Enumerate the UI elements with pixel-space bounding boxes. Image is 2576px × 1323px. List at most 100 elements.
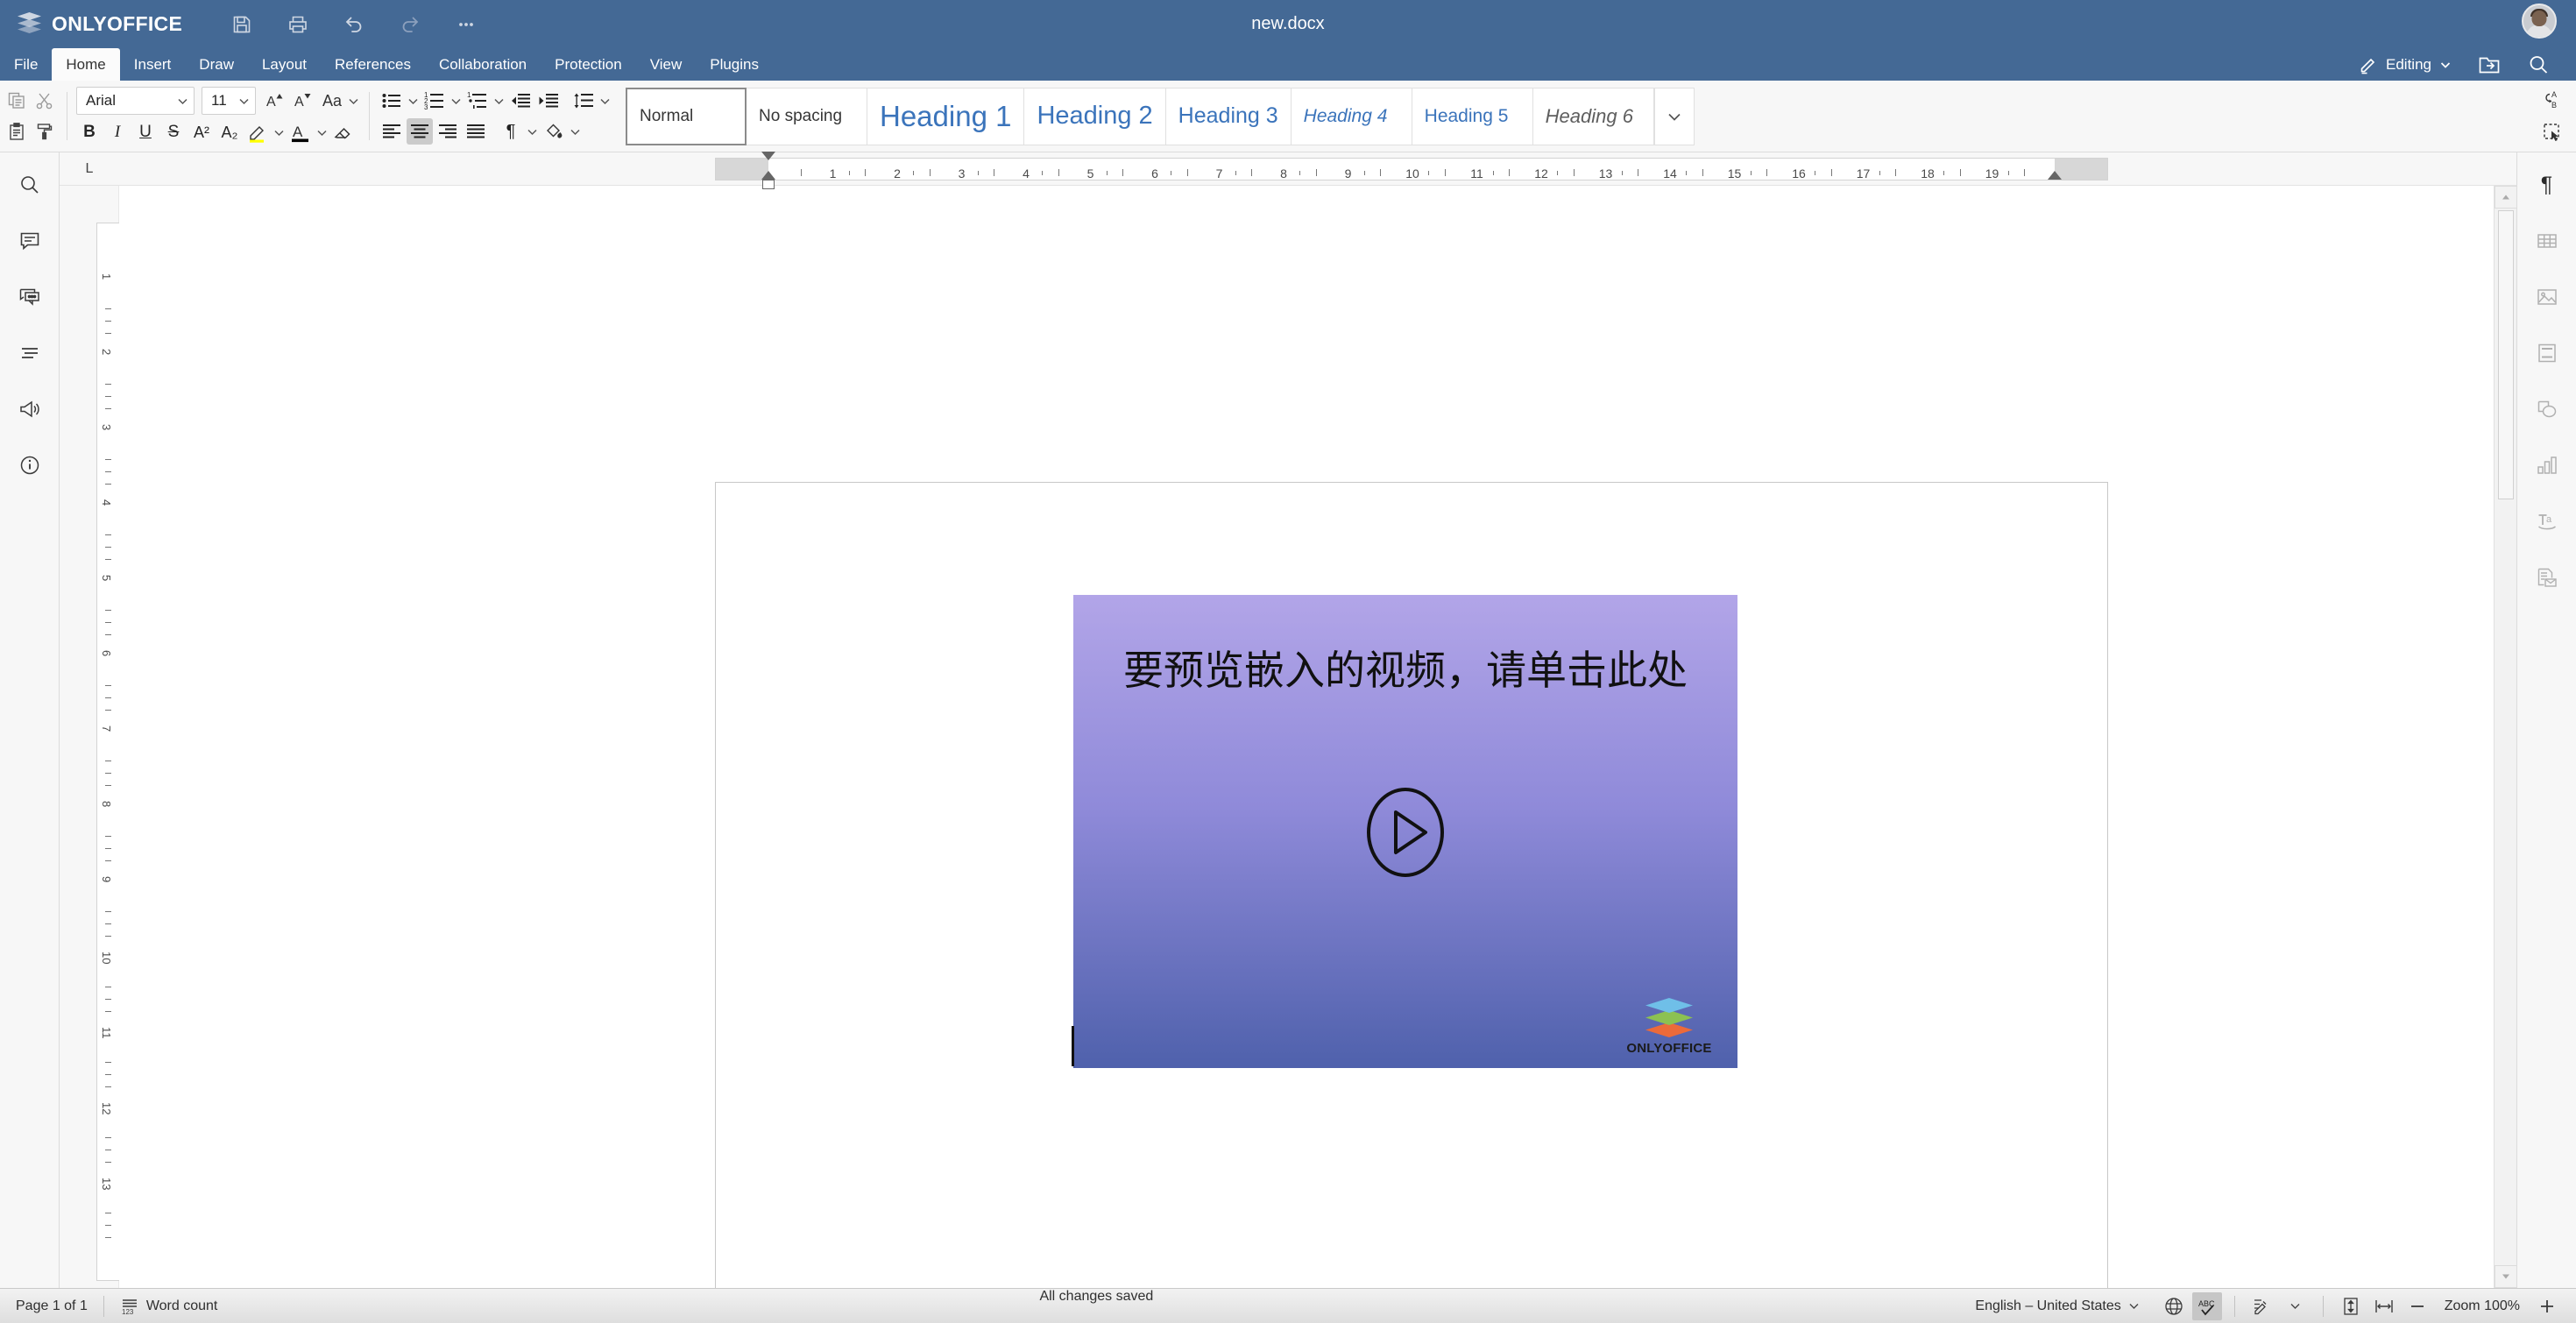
style-no-spacing[interactable]: No spacing — [747, 88, 867, 145]
open-file-location-button[interactable] — [2478, 54, 2501, 75]
rightbar-item-text-art[interactable]: a — [2528, 502, 2566, 541]
zoom-out-button[interactable] — [2403, 1292, 2432, 1320]
zoom-level[interactable]: Zoom 100% — [2436, 1298, 2529, 1314]
numbering-button[interactable]: 1 2 3 — [421, 88, 448, 114]
zoom-in-button[interactable] — [2532, 1292, 2562, 1320]
align-right-button[interactable] — [435, 118, 461, 145]
clear-style-button[interactable] — [330, 119, 357, 145]
rightbar-item-shape[interactable] — [2528, 390, 2566, 428]
word-count-button[interactable]: 123 Word count — [104, 1289, 234, 1323]
style-normal[interactable]: Normal — [626, 88, 747, 145]
vertical-scrollbar[interactable] — [2494, 186, 2516, 1288]
style-heading-2[interactable]: Heading 2 — [1024, 88, 1165, 145]
format-painter-button[interactable] — [32, 118, 58, 145]
sidebar-item-search[interactable] — [11, 166, 49, 204]
rightbar-item-table[interactable] — [2528, 222, 2566, 260]
scrollbar-thumb[interactable] — [2498, 210, 2514, 499]
increase-indent-button[interactable] — [535, 88, 562, 114]
scroll-up-button[interactable] — [2495, 186, 2517, 209]
font-color-button[interactable]: A — [287, 119, 314, 145]
subscript-button[interactable]: A₂ — [216, 119, 243, 145]
line-spacing-button[interactable] — [570, 88, 597, 114]
print-button[interactable] — [282, 9, 314, 40]
play-button[interactable] — [1365, 786, 1446, 879]
document-page[interactable]: 要预览嵌入的视频，请单击此处 — [715, 482, 2108, 1288]
shading-caret[interactable] — [569, 118, 582, 145]
track-changes-button[interactable] — [2247, 1292, 2277, 1320]
avatar[interactable] — [2522, 4, 2557, 39]
undo-button[interactable] — [338, 9, 370, 40]
first-line-indent-marker[interactable] — [761, 152, 775, 160]
font-color-caret[interactable] — [315, 119, 329, 145]
document-canvas[interactable]: 要预览嵌入的视频，请单击此处 — [119, 186, 2494, 1288]
bullets-caret[interactable] — [407, 88, 420, 114]
redo-button[interactable] — [394, 9, 426, 40]
align-left-button[interactable] — [379, 118, 405, 145]
spell-check-button[interactable]: ABC — [2192, 1292, 2222, 1320]
ruler-corner-tabstop[interactable]: L — [60, 152, 119, 185]
bold-button[interactable]: B — [76, 119, 103, 145]
search-button[interactable] — [2527, 53, 2550, 76]
cut-button[interactable] — [32, 88, 58, 114]
change-case-caret[interactable] — [347, 88, 360, 114]
tab-draw[interactable]: Draw — [185, 48, 248, 81]
sidebar-item-chat[interactable] — [11, 278, 49, 316]
style-heading-5[interactable]: Heading 5 — [1412, 88, 1533, 145]
style-heading-6[interactable]: Heading 6 — [1533, 88, 1654, 145]
tab-references[interactable]: References — [321, 48, 425, 81]
decrease-font-size-button[interactable]: A — [291, 88, 317, 114]
decrease-indent-button[interactable] — [507, 88, 534, 114]
multilevel-list-caret[interactable] — [492, 88, 506, 114]
shading-button[interactable] — [541, 118, 567, 145]
rightbar-item-image[interactable] — [2528, 278, 2566, 316]
line-spacing-caret[interactable] — [598, 88, 612, 114]
highlight-color-button[interactable] — [244, 119, 271, 145]
tab-file[interactable]: File — [0, 48, 52, 81]
numbering-caret[interactable] — [449, 88, 463, 114]
sidebar-item-navigation[interactable] — [11, 334, 49, 372]
hanging-indent-marker[interactable] — [761, 171, 775, 180]
rightbar-item-chart[interactable] — [2528, 446, 2566, 485]
page-indicator[interactable]: Page 1 of 1 — [0, 1289, 103, 1323]
rightbar-item-paragraph[interactable]: ¶ — [2528, 166, 2566, 204]
highlight-color-caret[interactable] — [272, 119, 286, 145]
strikeout-button[interactable]: S — [160, 119, 187, 145]
sidebar-item-feedback[interactable] — [11, 390, 49, 428]
tab-plugins[interactable]: Plugins — [696, 48, 773, 81]
fit-to-width-button[interactable] — [2369, 1292, 2399, 1320]
style-heading-4[interactable]: Heading 4 — [1292, 88, 1412, 145]
customize-quick-access-button[interactable] — [450, 9, 482, 40]
tab-home[interactable]: Home — [52, 48, 119, 81]
style-heading-3[interactable]: Heading 3 — [1166, 88, 1292, 145]
sidebar-item-about[interactable] — [11, 446, 49, 485]
nonprinting-characters-button[interactable]: ¶ — [498, 118, 524, 145]
replace-button[interactable]: A B — [2539, 87, 2565, 113]
horizontal-ruler[interactable]: 12345678910111213141516171819 — [119, 152, 2516, 185]
nonprinting-characters-caret[interactable] — [526, 118, 539, 145]
rightbar-item-header-footer[interactable] — [2528, 334, 2566, 372]
font-size-select[interactable]: 11 — [202, 87, 256, 115]
track-changes-caret[interactable] — [2281, 1292, 2311, 1320]
style-gallery-expand-button[interactable] — [1654, 88, 1695, 145]
italic-button[interactable]: I — [104, 119, 131, 145]
sidebar-item-comments[interactable] — [11, 222, 49, 260]
align-center-button[interactable] — [407, 118, 433, 145]
underline-button[interactable]: U — [132, 119, 159, 145]
paste-button[interactable] — [4, 118, 30, 145]
tab-layout[interactable]: Layout — [248, 48, 321, 81]
style-heading-1[interactable]: Heading 1 — [867, 88, 1024, 145]
bullets-button[interactable] — [379, 88, 405, 114]
copy-button[interactable] — [4, 88, 30, 114]
change-case-button[interactable]: Aa — [319, 88, 345, 114]
superscript-button[interactable]: A² — [188, 119, 215, 145]
tab-insert[interactable]: Insert — [120, 48, 186, 81]
embedded-video-object[interactable]: 要预览嵌入的视频，请单击此处 — [1073, 595, 1737, 1068]
tab-collaboration[interactable]: Collaboration — [425, 48, 541, 81]
multilevel-list-button[interactable]: 1 — [464, 88, 491, 114]
align-justify-button[interactable] — [463, 118, 489, 145]
font-family-select[interactable]: Arial — [76, 87, 195, 115]
right-indent-marker[interactable] — [2048, 171, 2062, 180]
fit-to-page-button[interactable] — [2336, 1292, 2366, 1320]
save-button[interactable] — [226, 9, 258, 40]
tab-protection[interactable]: Protection — [541, 48, 636, 81]
